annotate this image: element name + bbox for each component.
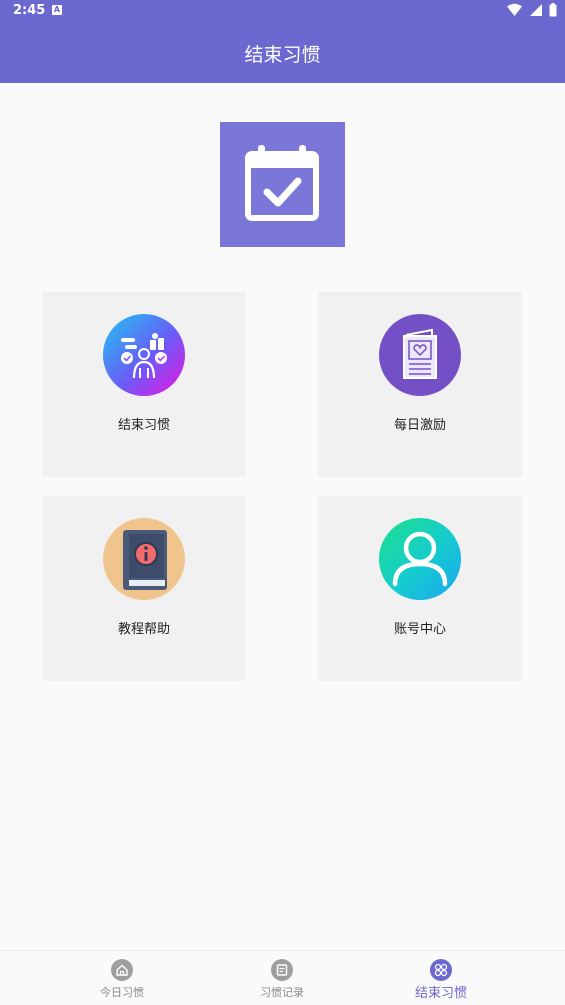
wifi-icon [506, 3, 522, 16]
nav-label: 结束习惯 [414, 986, 467, 1001]
a-icon: A [52, 5, 62, 15]
nav-end-habit[interactable]: 结束习惯 [381, 951, 501, 1005]
nav-today-habits[interactable]: 今日习惯 [62, 951, 182, 1005]
card-label: 每日激励 [393, 418, 446, 433]
card-label: 结束习惯 [117, 418, 170, 433]
card-label: 账号中心 [393, 622, 446, 637]
home-icon [111, 959, 133, 981]
habit-people-icon [103, 314, 185, 396]
page-title: 结束习惯 [244, 44, 321, 66]
bottom-nav: 今日习惯 习惯记录 结束习惯 [0, 950, 565, 1005]
status-icons [505, 3, 557, 19]
card-daily-motivation[interactable]: 每日激励 [318, 292, 522, 477]
nav-label: 习惯记录 [260, 986, 304, 999]
grid-icon [430, 959, 452, 981]
card-account-center[interactable]: 账号中心 [318, 496, 522, 681]
status-time: 2:45 [13, 3, 46, 18]
calendar-check-icon [245, 145, 319, 221]
card-label: 教程帮助 [117, 622, 170, 637]
nav-habit-records[interactable]: 习惯记录 [222, 951, 342, 1005]
nav-label: 今日习惯 [100, 986, 144, 999]
app-bar: 结束习惯 [0, 22, 565, 83]
signal-icon [529, 4, 542, 16]
user-icon [379, 518, 461, 600]
card-end-habit[interactable]: 结束习惯 [42, 292, 246, 477]
battery-icon [549, 3, 557, 17]
info-book-icon [103, 518, 185, 600]
heart-letter-icon [379, 314, 461, 396]
card-tutorial-help[interactable]: 教程帮助 [42, 496, 246, 681]
status-bar: 2:45 A [0, 0, 565, 22]
record-icon [271, 959, 293, 981]
hero-image [220, 122, 345, 247]
